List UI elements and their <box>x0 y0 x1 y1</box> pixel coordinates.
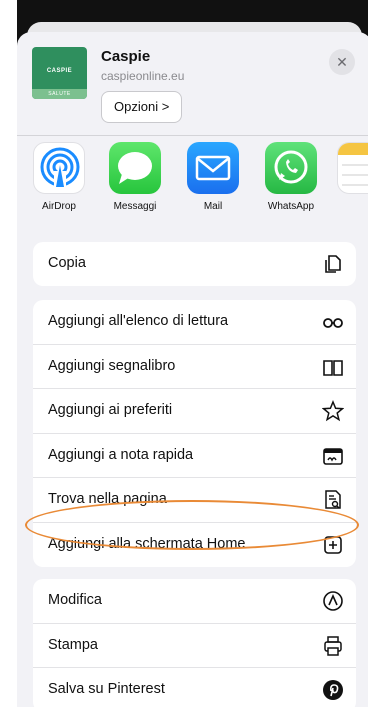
pinterest-icon <box>323 680 343 701</box>
quick-note-icon <box>323 447 343 465</box>
add-square-icon <box>324 536 342 554</box>
action-label: Aggiungi all'elenco di lettura <box>48 313 229 329</box>
app-tile-notes[interactable] <box>337 142 368 194</box>
action-copy[interactable]: Copia <box>33 242 356 286</box>
app-url: caspieonline.eu <box>101 69 185 83</box>
action-save-pinterest[interactable]: Salva su Pinterest <box>33 668 356 707</box>
action-label: Aggiungi segnalibro <box>48 357 176 374</box>
logo-subtext: SALUTE <box>32 89 87 99</box>
share-sheet: CASPIE SALUTE Caspie caspieonline.eu Opz… <box>17 32 368 707</box>
phone-screen: CASPIE SALUTE Caspie caspieonline.eu Opz… <box>17 0 368 707</box>
header-divider <box>17 135 368 136</box>
action-label: Aggiungi alla schermata Home <box>48 535 246 552</box>
action-label: Modifica <box>48 592 102 608</box>
action-label: Trova nella pagina <box>48 491 167 508</box>
action-add-to-home[interactable]: Aggiungi alla schermata Home <box>33 523 356 567</box>
copy-icon <box>325 255 341 273</box>
app-label: Messaggi <box>113 201 157 212</box>
app-logo: CASPIE SALUTE <box>32 47 87 99</box>
notes-icon <box>337 142 368 194</box>
share-apps-row: AirDrop Messaggi Mail WhatsApp <box>17 142 368 222</box>
logo-text: CASPIE <box>46 68 73 74</box>
action-label: Stampa <box>48 636 98 653</box>
action-edit[interactable]: Modifica <box>33 579 356 624</box>
action-label: Salva su Pinterest <box>48 681 165 698</box>
options-button[interactable]: Opzioni > <box>101 91 183 123</box>
action-reading-list[interactable]: Aggiungi all'elenco di lettura <box>33 300 356 345</box>
action-find-in-page[interactable]: Trova nella pagina <box>33 478 356 523</box>
app-tile-airdrop[interactable]: AirDrop <box>29 142 89 212</box>
app-title: Caspie <box>101 48 151 65</box>
close-button[interactable]: ✕ <box>329 49 355 75</box>
action-label: Copia <box>48 255 86 271</box>
book-icon <box>323 359 343 376</box>
mail-icon <box>187 142 239 194</box>
action-favorites[interactable]: Aggiungi ai preferiti <box>33 389 356 434</box>
action-label: Aggiungi a nota rapida <box>48 446 194 463</box>
messages-icon <box>109 142 161 194</box>
app-label: WhatsApp <box>267 201 315 212</box>
whatsapp-icon <box>265 142 317 194</box>
star-icon <box>322 400 344 422</box>
app-tile-mail[interactable]: Mail <box>183 142 243 212</box>
actions-group-page: Aggiungi all'elenco di lettura Aggiungi … <box>33 300 356 567</box>
actions-group-edit: Modifica Stampa Salva su Pinterest <box>33 579 356 707</box>
action-quick-note[interactable]: Aggiungi a nota rapida <box>33 434 356 479</box>
action-label: Aggiungi ai preferiti <box>48 402 173 419</box>
share-header: CASPIE SALUTE Caspie caspieonline.eu Opz… <box>17 32 368 134</box>
app-tile-whatsapp[interactable]: WhatsApp <box>261 142 321 212</box>
actions-group-copy: Copia <box>33 242 356 286</box>
action-print[interactable]: Stampa <box>33 624 356 669</box>
airdrop-icon <box>33 142 85 194</box>
app-label: AirDrop <box>42 201 76 212</box>
find-in-page-icon <box>325 490 341 510</box>
markup-icon <box>323 591 343 611</box>
app-label: Mail <box>203 201 223 212</box>
printer-icon <box>324 635 342 656</box>
app-tile-messages[interactable]: Messaggi <box>105 142 165 212</box>
glasses-icon <box>323 318 343 328</box>
action-bookmark[interactable]: Aggiungi segnalibro <box>33 345 356 390</box>
